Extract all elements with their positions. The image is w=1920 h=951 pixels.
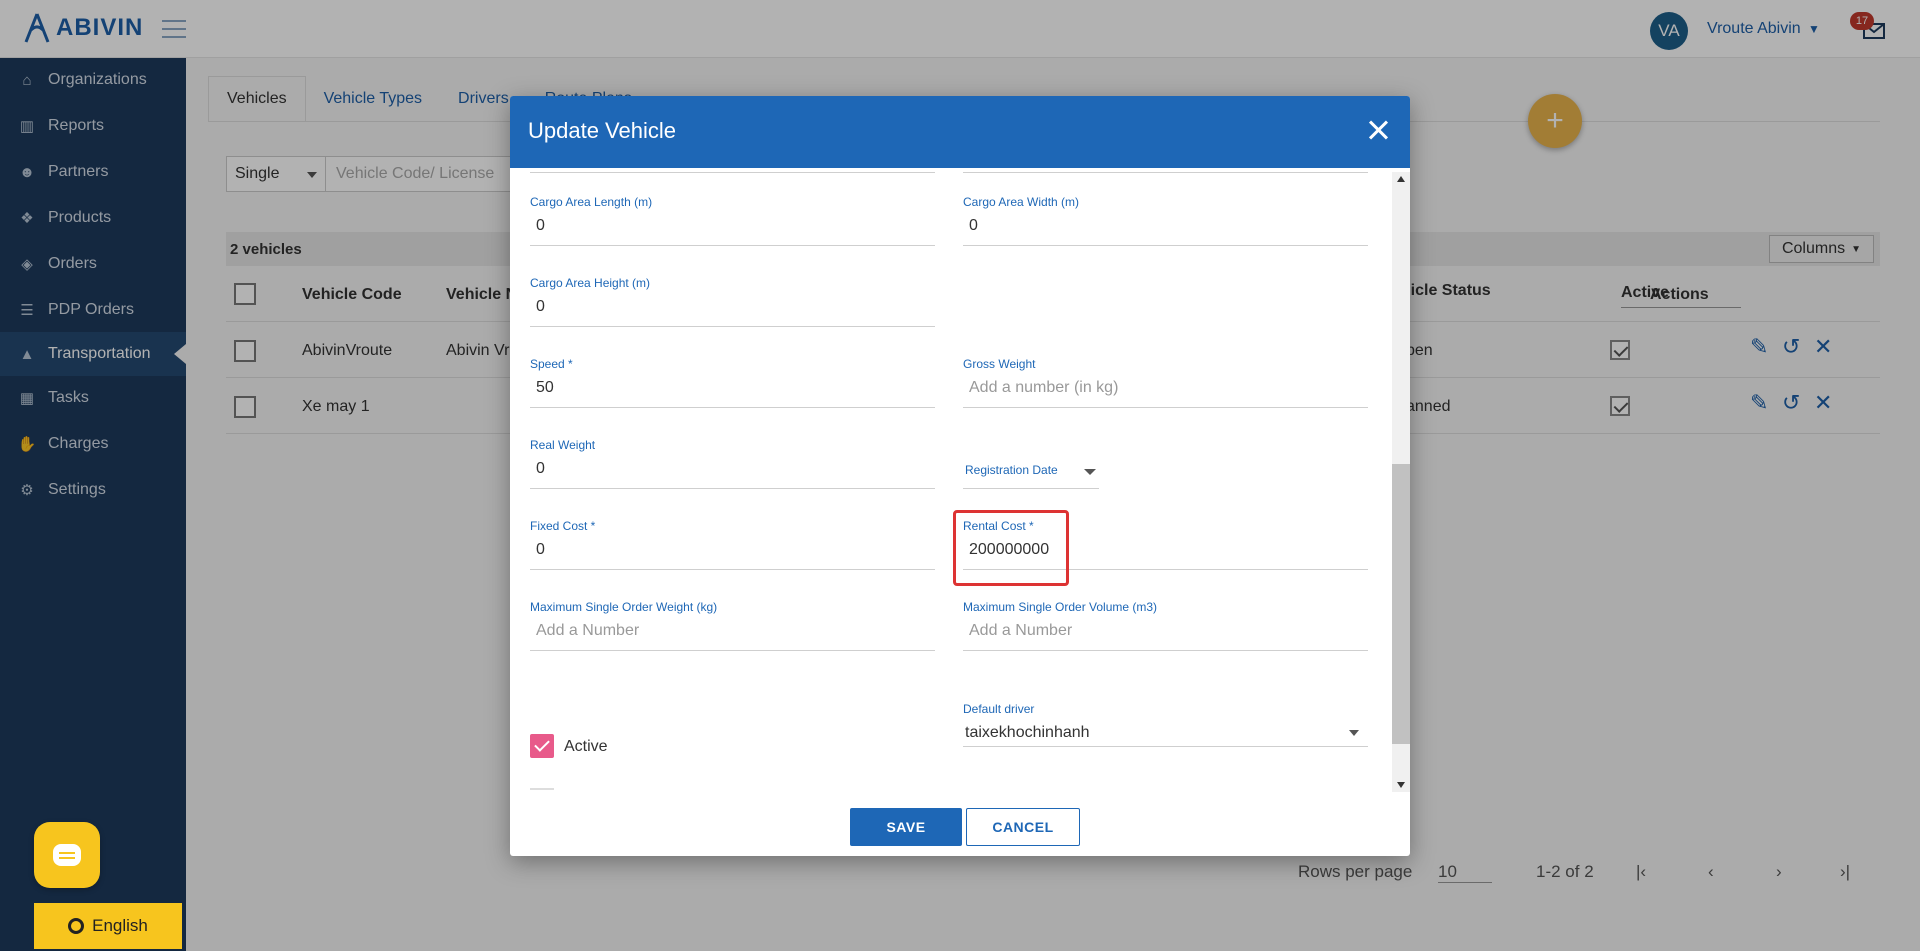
- field-placeholder[interactable]: Add a Number: [536, 622, 639, 640]
- field-underline: [963, 650, 1368, 651]
- field-underline: [530, 245, 935, 246]
- field-label: Default driver: [963, 702, 1035, 716]
- cargo-width-field[interactable]: Cargo Area Width (m) 0: [963, 195, 1368, 261]
- update-vehicle-dialog: Update Vehicle Cargo Area Length (m) 0 C…: [510, 96, 1410, 856]
- speed-field[interactable]: Speed * 50: [530, 357, 935, 423]
- active-label: Active: [564, 738, 608, 755]
- field-underline: [530, 650, 935, 651]
- field-value[interactable]: 0: [536, 298, 545, 316]
- chat-icon: [53, 844, 81, 866]
- field-underline: [530, 326, 935, 327]
- chat-button[interactable]: [34, 822, 100, 888]
- field-value[interactable]: 0: [536, 460, 545, 478]
- field-underline: [530, 488, 935, 489]
- field-underline: [963, 488, 1099, 489]
- field-underline: [530, 569, 935, 570]
- field-underline: [530, 172, 935, 173]
- field-placeholder[interactable]: Add a Number: [969, 622, 1072, 640]
- close-icon[interactable]: [1366, 118, 1390, 142]
- scrollbar-thumb[interactable]: [1392, 464, 1410, 744]
- fixed-cost-field[interactable]: Fixed Cost * 0: [530, 519, 935, 585]
- rental-cost-highlight: [953, 510, 1069, 586]
- registration-date-label[interactable]: Registration Date: [965, 463, 1058, 477]
- cargo-length-field[interactable]: Cargo Area Length (m) 0: [530, 195, 935, 261]
- max-order-weight-field[interactable]: Maximum Single Order Weight (kg) Add a N…: [530, 600, 935, 666]
- active-checkbox[interactable]: [530, 734, 554, 758]
- field-label: Maximum Single Order Volume (m3): [963, 600, 1158, 614]
- field-label: Fixed Cost *: [530, 519, 596, 533]
- dialog-body[interactable]: Cargo Area Length (m) 0 Cargo Area Width…: [510, 168, 1410, 792]
- default-driver-select[interactable]: Default driver taixekhochinhanh: [963, 702, 1368, 768]
- language-button[interactable]: English: [34, 903, 182, 949]
- field-label: Cargo Area Width (m): [963, 195, 1080, 209]
- field-placeholder[interactable]: Add a number (in kg): [969, 379, 1118, 397]
- language-label: English: [92, 916, 148, 935]
- real-weight-field[interactable]: Real Weight 0: [530, 438, 935, 504]
- chevron-down-icon[interactable]: [1349, 730, 1359, 736]
- field-value[interactable]: 0: [536, 217, 545, 235]
- cargo-height-field[interactable]: Cargo Area Height (m) 0: [530, 276, 935, 342]
- field-value[interactable]: 0: [536, 541, 545, 559]
- save-button[interactable]: SAVE: [850, 808, 962, 846]
- field-underline: [530, 407, 935, 408]
- field-label: Real Weight: [530, 438, 596, 452]
- field-value[interactable]: 0: [969, 217, 978, 235]
- max-order-volume-field[interactable]: Maximum Single Order Volume (m3) Add a N…: [963, 600, 1368, 666]
- field-underline: [963, 245, 1368, 246]
- field-value[interactable]: 50: [536, 379, 554, 397]
- gross-weight-field[interactable]: Gross Weight Add a number (in kg): [963, 357, 1368, 423]
- field-underline: [963, 407, 1368, 408]
- field-value[interactable]: taixekhochinhanh: [965, 724, 1090, 742]
- field-label: Maximum Single Order Weight (kg): [530, 600, 718, 614]
- cancel-button[interactable]: CANCEL: [966, 808, 1080, 846]
- field-label: Gross Weight: [963, 357, 1036, 371]
- dialog-title: Update Vehicle: [528, 118, 676, 143]
- scroll-up-icon[interactable]: [1397, 176, 1405, 182]
- field-underline: [963, 746, 1368, 747]
- scroll-down-icon[interactable]: [1397, 782, 1405, 788]
- field-label: Speed *: [530, 357, 573, 371]
- language-icon: [68, 918, 85, 934]
- chevron-down-icon[interactable]: [1084, 469, 1096, 475]
- field-underline: [530, 788, 554, 790]
- field-label: Cargo Area Height (m): [530, 276, 651, 290]
- dialog-header: Update Vehicle: [510, 96, 1410, 168]
- field-underline: [963, 172, 1368, 173]
- field-label: Cargo Area Length (m): [530, 195, 653, 209]
